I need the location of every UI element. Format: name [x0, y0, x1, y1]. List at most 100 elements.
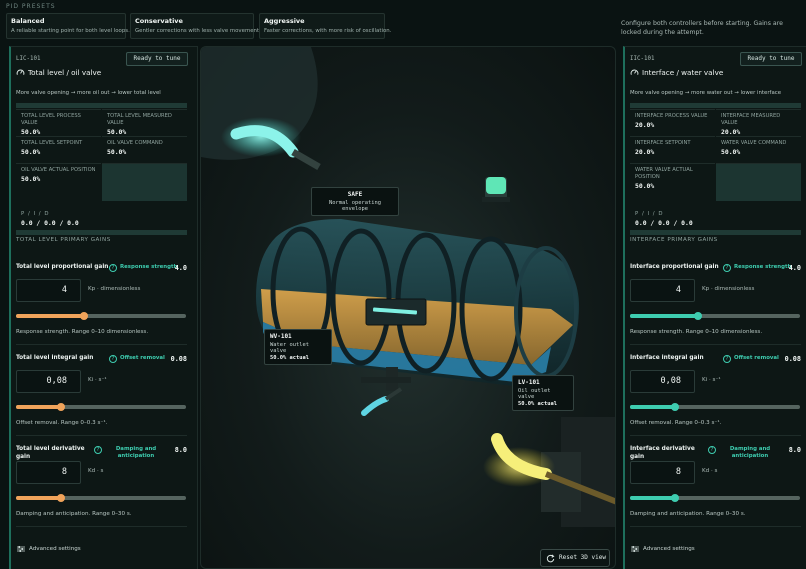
readout-cell: OIL VALVE ACTUAL POSITION 50.0% — [16, 163, 101, 201]
divider — [630, 435, 801, 436]
settings-sliders-icon — [17, 546, 25, 552]
readout-value: 50.0% — [21, 148, 41, 156]
scene-3d-view[interactable]: SAFE Normal operating envelope WV-101 Wa… — [200, 46, 616, 569]
gain-slider[interactable] — [630, 494, 800, 502]
slider-fill — [630, 405, 676, 409]
controller-tag: IIC-101 — [630, 56, 655, 62]
help-icon[interactable]: ? — [94, 446, 102, 454]
readout-label: OIL VALVE COMMAND — [107, 140, 163, 146]
slider-knob[interactable] — [694, 312, 702, 320]
controller-panel-iic101: IIC-101 Ready to tune Interface / water va… — [623, 46, 806, 569]
gain-unit: Ki · s⁻¹ — [88, 377, 107, 383]
gain-range-hint: Damping and anticipation. Range 0–30 s. — [16, 511, 132, 517]
direction-hint: More valve opening → more water out → lo… — [630, 90, 782, 96]
gain-value: 0.08 — [784, 355, 801, 363]
readout-cell: INTERFACE MEASURED VALUE 20.0% — [716, 109, 801, 136]
readout-label: TOTAL LEVEL MEASURED VALUE — [107, 113, 172, 126]
gain-input[interactable]: 8 — [630, 461, 695, 484]
preset-description: Gentler corrections with less valve move… — [135, 28, 261, 34]
help-icon[interactable]: ? — [109, 355, 117, 363]
gain-slider[interactable] — [630, 312, 800, 320]
divider — [16, 435, 187, 436]
lv101-tag: LV-101 — [518, 379, 540, 386]
readout-value: 20.0% — [635, 148, 655, 156]
reset-label: Reset 3D view — [559, 554, 606, 561]
readout-label: TOTAL LEVEL PROCESS VALUE — [21, 113, 81, 126]
gain-value: 4.0 — [788, 264, 801, 272]
primary-gains-heading: INTERFACE PRIMARY GAINS — [630, 237, 718, 243]
readout-value: 50.0% — [107, 148, 127, 156]
gain-slider[interactable] — [16, 494, 186, 502]
lock-note: Configure both controllers before starti… — [621, 20, 783, 36]
gain-unit: Kp · dimensionless — [702, 286, 755, 292]
pid-value: 0.0 / 0.0 / 0.0 — [635, 219, 693, 227]
gain-slider[interactable] — [16, 403, 186, 411]
pid-value: 0.0 / 0.0 / 0.0 — [21, 219, 79, 227]
preset-aggressive[interactable]: Aggressive Faster corrections, with more… — [259, 13, 392, 39]
gain-unit: Kd · s — [702, 468, 718, 474]
reset-3d-view-button[interactable]: Reset 3D view — [540, 549, 610, 567]
gain-value: 4.0 — [174, 264, 187, 272]
gain-range-hint: Offset removal. Range 0–0.3 s⁻¹. — [630, 420, 722, 426]
help-icon[interactable]: ? — [723, 355, 731, 363]
slider-knob[interactable] — [57, 403, 66, 411]
gain-name: Interface derivative gain — [630, 446, 695, 460]
advanced-settings-link[interactable]: Advanced settings — [643, 546, 695, 552]
safe-title: SAFE — [347, 191, 363, 198]
advanced-settings-link[interactable]: Advanced settings — [29, 546, 81, 552]
gain-input[interactable]: 4 — [630, 279, 695, 302]
readout-label: OIL VALVE ACTUAL POSITION — [21, 167, 96, 173]
readout-label: TOTAL LEVEL SETPOINT — [21, 140, 83, 146]
gain-input[interactable]: 0,08 — [16, 370, 81, 393]
panel-title: Total level / oil valve — [28, 68, 102, 77]
gain-slider[interactable] — [16, 312, 186, 320]
readout-value: 50.0% — [721, 148, 741, 156]
preset-description: A reliable starting point for both level… — [11, 28, 130, 34]
status-badge: Ready to tune — [126, 52, 188, 66]
readout-value: 50.0% — [21, 128, 41, 136]
gain-range-hint: Response strength. Range 0–10 dimensionl… — [16, 329, 149, 335]
preset-name: Conservative — [135, 17, 183, 25]
readout-cell: WATER VALVE ACTUAL POSITION 50.0% — [630, 163, 715, 201]
readout-grid: TOTAL LEVEL PROCESS VALUE 50.0% TOTAL LE… — [16, 109, 188, 203]
gain-range-hint: Damping and anticipation. Range 0–30 s. — [630, 511, 746, 517]
controller-tag: LIC-101 — [16, 56, 41, 62]
help-icon[interactable]: ? — [723, 264, 731, 272]
wv101-actual: 50.0% actual — [270, 355, 309, 361]
gauge-icon — [630, 69, 639, 75]
gain-input[interactable]: 8 — [16, 461, 81, 484]
readout-label: WATER VALVE COMMAND — [721, 140, 787, 146]
gain-unit: Ki · s⁻¹ — [702, 377, 721, 383]
settings-sliders-icon — [631, 546, 639, 552]
slider-knob[interactable] — [671, 403, 680, 411]
gain-unit: Kp · dimensionless — [88, 286, 141, 292]
gain-input[interactable]: 0,08 — [630, 370, 695, 393]
help-icon[interactable]: ? — [708, 446, 716, 454]
readout-cell: OIL VALVE COMMAND 50.0% — [102, 136, 187, 162]
gain-value: 8.0 — [174, 446, 187, 454]
divider — [16, 344, 187, 345]
readout-cell: INTERFACE PROCESS VALUE 20.0% — [630, 109, 715, 135]
readout-label: INTERFACE SETPOINT — [635, 140, 691, 146]
slider-fill — [16, 314, 84, 318]
slider-knob[interactable] — [57, 494, 66, 502]
lv101-description: Oil outlet valve — [518, 388, 551, 400]
pid-bar — [630, 230, 801, 235]
gain-slider[interactable] — [630, 403, 800, 411]
gain-unit: Kd · s — [88, 468, 104, 474]
help-icon[interactable]: ? — [109, 264, 117, 272]
preset-balanced[interactable]: Balanced A reliable starting point for b… — [6, 13, 130, 39]
preset-conservative[interactable]: Conservative Gentler corrections with le… — [130, 13, 261, 39]
presets-title: PID PRESETS — [6, 3, 56, 10]
slider-knob[interactable] — [80, 312, 88, 320]
readout-value: 20.0% — [721, 128, 741, 136]
preset-description: Faster corrections, with more risk of os… — [264, 28, 392, 34]
slider-knob[interactable] — [671, 494, 680, 502]
status-bar — [16, 103, 187, 108]
status-bar — [630, 103, 801, 108]
reset-icon — [546, 554, 555, 563]
readout-cell-empty — [716, 163, 801, 201]
readout-value: 50.0% — [21, 175, 41, 183]
gain-input[interactable]: 4 — [16, 279, 81, 302]
readout-value: 50.0% — [635, 182, 655, 190]
